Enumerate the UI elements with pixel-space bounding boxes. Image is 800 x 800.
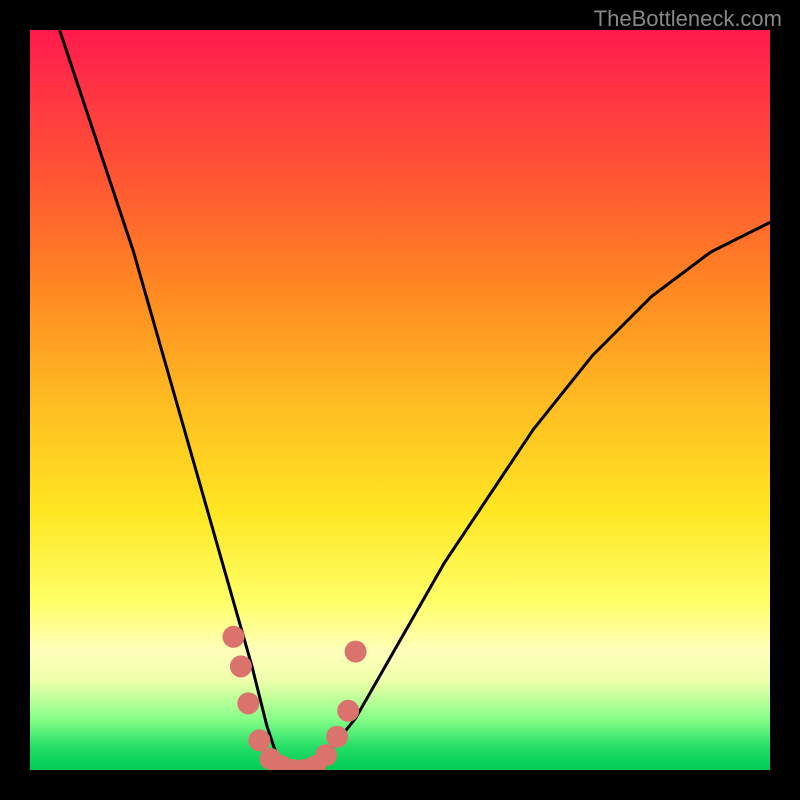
highlight-dot bbox=[337, 700, 359, 722]
highlight-dot bbox=[315, 744, 337, 766]
bottleneck-curve-path bbox=[60, 30, 770, 770]
watermark-text: TheBottleneck.com bbox=[594, 6, 782, 32]
highlight-dot bbox=[230, 655, 252, 677]
highlight-dot bbox=[345, 641, 367, 663]
bottleneck-curve-svg bbox=[30, 30, 770, 770]
highlight-dot bbox=[248, 729, 270, 751]
chart-plot-area bbox=[30, 30, 770, 770]
highlight-markers bbox=[223, 626, 367, 770]
highlight-dot bbox=[223, 626, 245, 648]
highlight-dot bbox=[237, 692, 259, 714]
highlight-dot bbox=[326, 726, 348, 748]
